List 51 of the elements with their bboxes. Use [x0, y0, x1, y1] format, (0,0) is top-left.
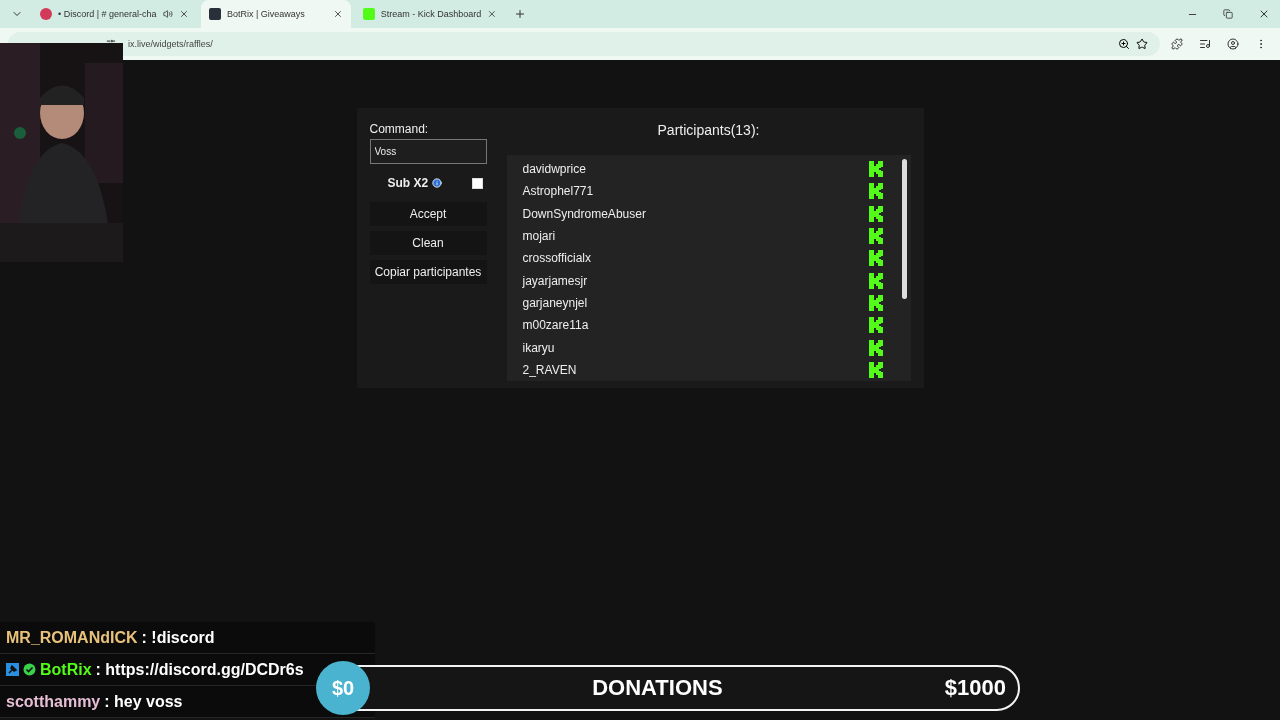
- k-logo-icon: [868, 272, 883, 289]
- pin-badge-icon: [6, 663, 19, 676]
- donation-title: DONATIONS: [592, 675, 723, 701]
- participant-name: Astrophel771: [522, 184, 594, 199]
- verified-icon: [23, 663, 36, 676]
- chat-username: MR_ROMANdICK: [6, 628, 138, 647]
- participant-name: crossofficialx: [522, 251, 591, 266]
- participants-title: Participants(13):: [657, 122, 760, 138]
- speaker-icon: [163, 9, 173, 19]
- close-icon: [179, 9, 189, 19]
- participant-name: jayarjamesjr: [522, 273, 588, 288]
- k-logo-icon: [868, 294, 883, 311]
- app-icon: [40, 8, 52, 20]
- k-logo-icon: [868, 161, 883, 178]
- donation-goal: $1000: [944, 675, 1006, 701]
- zoom-icon: [1118, 38, 1130, 50]
- close-icon: [487, 9, 497, 19]
- browser-tab[interactable]: Stream - Kick Dashboard: [355, 0, 505, 28]
- sub-checkbox[interactable]: [472, 177, 484, 189]
- close-icon: [333, 9, 343, 19]
- k-logo-icon: [868, 205, 883, 222]
- chat-message: : !discord: [141, 628, 215, 647]
- k-logo-icon: [868, 250, 883, 267]
- star-icon: [1136, 38, 1148, 50]
- k-logo-icon: [868, 339, 883, 356]
- participant-name: garjaneynjel: [522, 295, 588, 310]
- browser-tab[interactable]: • Discord | # general-cha: [32, 0, 197, 28]
- k-logo-icon: [868, 183, 883, 200]
- command-field[interactable]: Voss: [369, 139, 487, 164]
- participant-name: m00zare11a: [522, 318, 589, 333]
- participant-name: ikaryu: [522, 340, 555, 355]
- chat-message: : https://discord.gg/DCDr6s: [95, 660, 304, 679]
- k-logo-icon: [868, 361, 883, 378]
- k-logo-icon: [868, 317, 883, 334]
- sub-label: Sub X2: [387, 176, 429, 190]
- chat-username: scotthammy: [6, 692, 101, 711]
- k-logo-icon: [868, 228, 883, 245]
- address-bar[interactable]: ix.live/widgets/raffles/: [8, 32, 1160, 56]
- participant-name: DownSyndromeAbuser: [522, 206, 646, 221]
- participant-name: mojari: [522, 229, 556, 244]
- command-label: Command:: [369, 122, 430, 136]
- chat-username: BotRix: [40, 660, 92, 679]
- participant-name: 2_RAVEN: [522, 362, 577, 377]
- action-button[interactable]: Clean: [369, 231, 487, 255]
- url-text: ix.live/widgets/raffles/: [127, 39, 213, 49]
- action-button[interactable]: Copiar participantes: [369, 260, 487, 284]
- info-icon: [432, 178, 443, 188]
- browser-tab[interactable]: BotRix | Giveaways: [201, 0, 351, 28]
- participant-name: davidwprice: [522, 162, 586, 177]
- chat-message: : hey voss: [104, 692, 183, 711]
- action-button[interactable]: Accept: [369, 202, 487, 226]
